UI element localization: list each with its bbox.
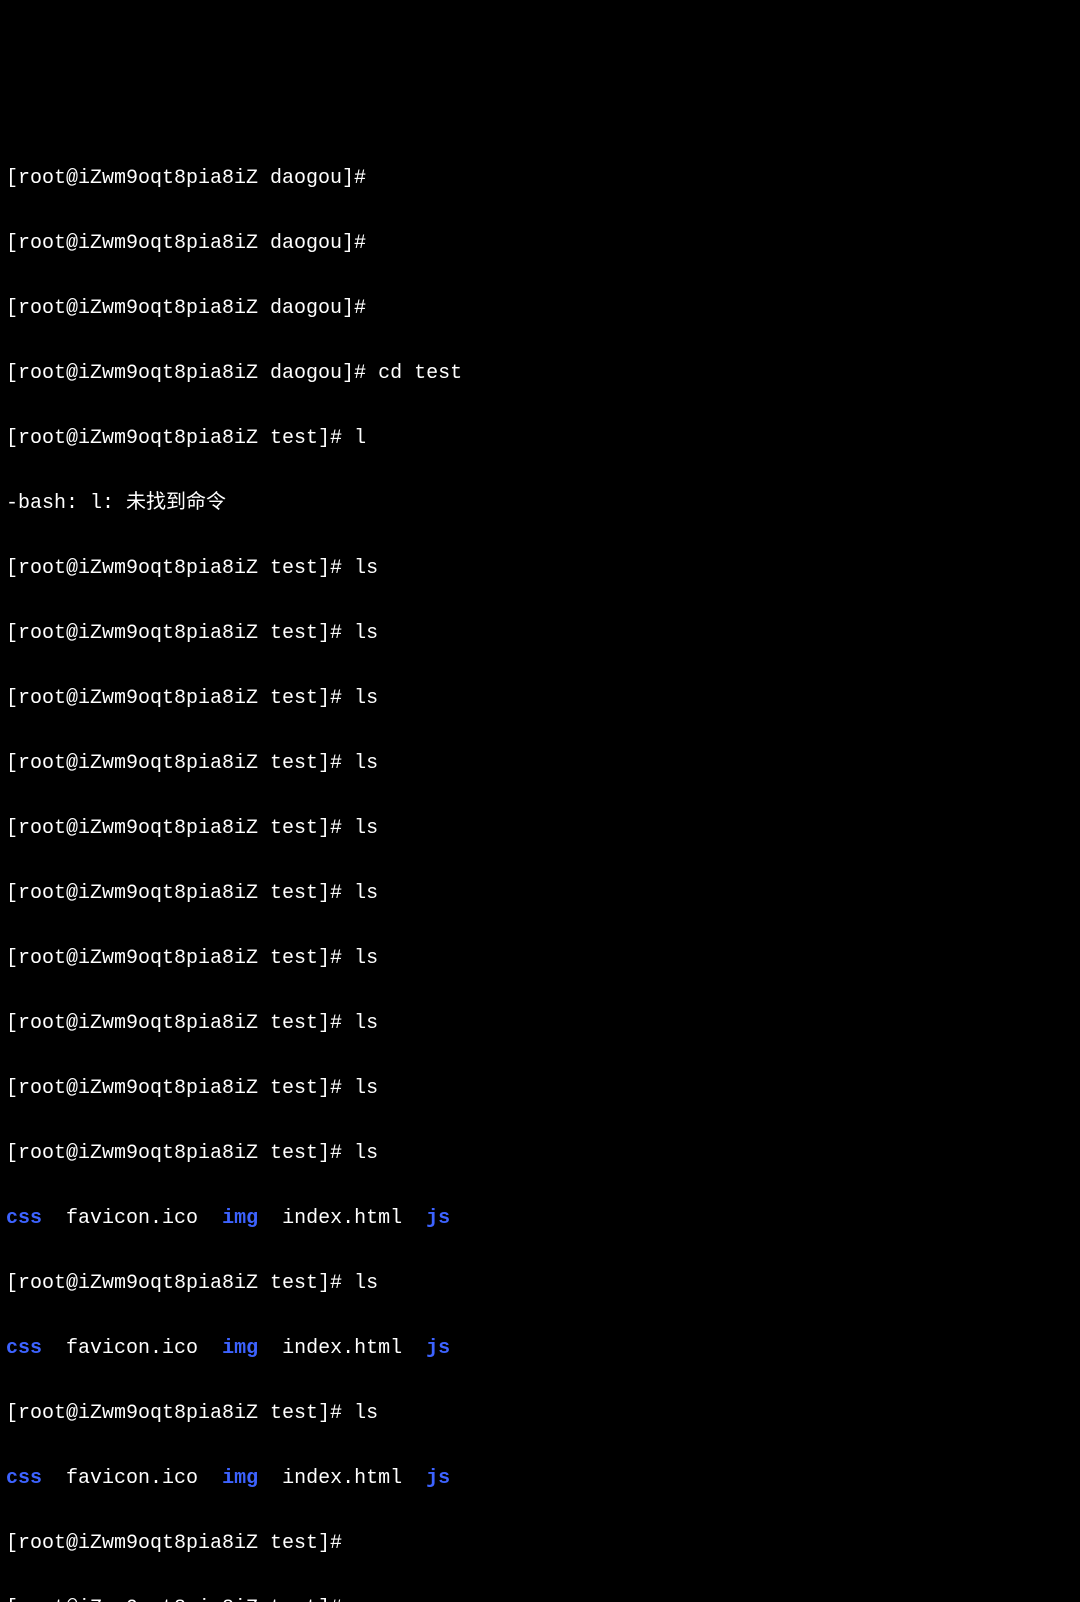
directory-entry: css (6, 1337, 42, 1360)
command-text: ls (354, 947, 378, 970)
command-text: cd test (378, 362, 462, 385)
shell-prompt: [root@iZwm9oqt8pia8iZ test]# (6, 1077, 342, 1100)
command-text: ls (354, 1272, 378, 1295)
shell-prompt: [root@iZwm9oqt8pia8iZ test]# (6, 427, 342, 450)
prompt-line: [root@iZwm9oqt8pia8iZ test]# ls (6, 1008, 1074, 1041)
directory-entry: img (222, 1207, 258, 1230)
ls-output-line: css favicon.ico img index.html js (6, 1333, 1074, 1366)
command-text: ls (354, 817, 378, 840)
command-text: ls (354, 752, 378, 775)
directory-entry: img (222, 1337, 258, 1360)
prompt-line: [root@iZwm9oqt8pia8iZ test]# ls (6, 748, 1074, 781)
shell-prompt: [root@iZwm9oqt8pia8iZ test]# (6, 1402, 342, 1425)
directory-entry: img (222, 1467, 258, 1490)
directory-entry: css (6, 1467, 42, 1490)
directory-entry: js (426, 1207, 450, 1230)
shell-prompt: [root@iZwm9oqt8pia8iZ daogou]# (6, 297, 366, 320)
prompt-line: [root@iZwm9oqt8pia8iZ test]# ls (6, 553, 1074, 586)
prompt-line: [root@iZwm9oqt8pia8iZ test]# ls (6, 1398, 1074, 1431)
shell-prompt: [root@iZwm9oqt8pia8iZ test]# (6, 947, 342, 970)
file-entry: favicon.ico (66, 1467, 198, 1490)
command-text: ls (354, 1402, 378, 1425)
shell-prompt: [root@iZwm9oqt8pia8iZ test]# (6, 817, 342, 840)
command-text: ls (354, 687, 378, 710)
prompt-line: [root@iZwm9oqt8pia8iZ test]# ls (6, 1268, 1074, 1301)
prompt-line: [root@iZwm9oqt8pia8iZ daogou]# cd test (6, 358, 1074, 391)
command-text: ls (354, 882, 378, 905)
shell-prompt: [root@iZwm9oqt8pia8iZ daogou]# (6, 362, 366, 385)
prompt-line: [root@iZwm9oqt8pia8iZ test]# ls (6, 683, 1074, 716)
shell-prompt: [root@iZwm9oqt8pia8iZ test]# (6, 1012, 342, 1035)
prompt-line: [root@iZwm9oqt8pia8iZ test]# ls (6, 943, 1074, 976)
file-entry: favicon.ico (66, 1207, 198, 1230)
shell-prompt: [root@iZwm9oqt8pia8iZ test]# (6, 687, 342, 710)
prompt-line: [root@iZwm9oqt8pia8iZ test]# ls (6, 878, 1074, 911)
file-entry: favicon.ico (66, 1337, 198, 1360)
terminal-window[interactable]: [root@iZwm9oqt8pia8iZ daogou]# [root@iZw… (0, 130, 1080, 1602)
command-text: l (354, 427, 366, 450)
shell-prompt: [root@iZwm9oqt8pia8iZ test]# (6, 622, 342, 645)
prompt-line: [root@iZwm9oqt8pia8iZ test]# (6, 1593, 1074, 1602)
command-text: ls (354, 1012, 378, 1035)
shell-prompt: [root@iZwm9oqt8pia8iZ test]# (6, 882, 342, 905)
file-entry: index.html (282, 1337, 402, 1360)
prompt-line: [root@iZwm9oqt8pia8iZ test]# (6, 1528, 1074, 1561)
shell-prompt: [root@iZwm9oqt8pia8iZ daogou]# (6, 167, 366, 190)
prompt-line: [root@iZwm9oqt8pia8iZ test]# ls (6, 1073, 1074, 1106)
shell-prompt: [root@iZwm9oqt8pia8iZ daogou]# (6, 232, 366, 255)
shell-prompt: [root@iZwm9oqt8pia8iZ test]# (6, 752, 342, 775)
directory-entry: js (426, 1337, 450, 1360)
prompt-line: [root@iZwm9oqt8pia8iZ test]# ls (6, 813, 1074, 846)
ls-output-line: css favicon.ico img index.html js (6, 1463, 1074, 1496)
prompt-line: [root@iZwm9oqt8pia8iZ daogou]# (6, 163, 1074, 196)
directory-entry: css (6, 1207, 42, 1230)
directory-entry: js (426, 1467, 450, 1490)
shell-prompt: [root@iZwm9oqt8pia8iZ test]# (6, 1272, 342, 1295)
shell-prompt: [root@iZwm9oqt8pia8iZ test]# (6, 557, 342, 580)
shell-prompt: [root@iZwm9oqt8pia8iZ test]# (6, 1532, 342, 1555)
error-text: -bash: l: 未找到命令 (6, 492, 226, 515)
file-entry: index.html (282, 1467, 402, 1490)
file-entry: index.html (282, 1207, 402, 1230)
command-text: ls (354, 1142, 378, 1165)
prompt-line: [root@iZwm9oqt8pia8iZ daogou]# (6, 293, 1074, 326)
prompt-line: [root@iZwm9oqt8pia8iZ daogou]# (6, 228, 1074, 261)
error-line: -bash: l: 未找到命令 (6, 488, 1074, 521)
prompt-line: [root@iZwm9oqt8pia8iZ test]# l (6, 423, 1074, 456)
prompt-line: [root@iZwm9oqt8pia8iZ test]# ls (6, 1138, 1074, 1171)
shell-prompt: [root@iZwm9oqt8pia8iZ test]# (6, 1597, 342, 1602)
command-text: ls (354, 1077, 378, 1100)
prompt-line: [root@iZwm9oqt8pia8iZ test]# ls (6, 618, 1074, 651)
command-text: ls (354, 622, 378, 645)
shell-prompt: [root@iZwm9oqt8pia8iZ test]# (6, 1142, 342, 1165)
ls-output-line: css favicon.ico img index.html js (6, 1203, 1074, 1236)
command-text: ls (354, 557, 378, 580)
